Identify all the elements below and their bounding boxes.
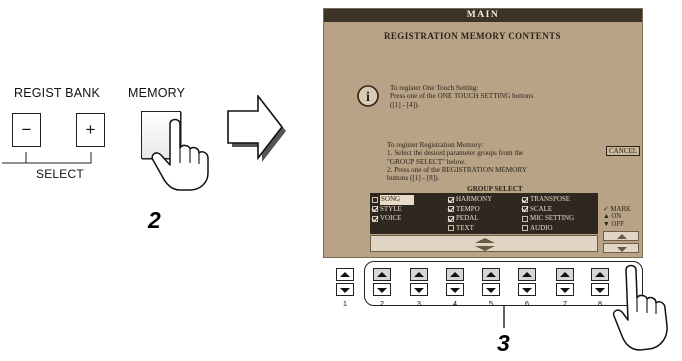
pointing-hand-icon [151,118,209,191]
group-voice[interactable]: VOICE [372,214,414,224]
hardware-up-button-5[interactable] [482,268,500,281]
hardware-button-pair-1: 1 [336,268,354,308]
hardware-down-button-4[interactable] [446,283,464,296]
hardware-button-pair-6: 6 [518,268,536,308]
up-triangle-icon [340,272,350,277]
hardware-up-button-6[interactable] [518,268,536,281]
down-triangle-icon [486,288,496,293]
checkbox-pedal-icon [448,215,454,222]
group-pedal[interactable]: PEDAL [448,214,492,224]
button-number-label: 7 [562,299,568,308]
group-style[interactable]: STYLE [372,205,414,215]
step-number-2: 2 [148,207,161,233]
screen-title: MAIN [324,9,642,22]
hardware-button-pair-7: 7 [556,268,574,308]
up-triangle-icon [377,272,387,277]
button-number-label: 6 [524,299,530,308]
button-number-label: 4 [452,299,458,308]
checkbox-audio-icon [522,225,528,232]
checkbox-song-icon [372,196,378,203]
down-triangle-icon [450,288,460,293]
checkbox-harmony-icon [448,196,454,203]
down-triangle-icon [340,288,350,293]
up-arrow-icon [617,234,627,239]
group-harmony[interactable]: HARMONY [448,195,492,205]
select-label: SELECT [36,167,84,181]
hardware-down-button-6[interactable] [518,283,536,296]
hardware-up-button-3[interactable] [410,268,428,281]
step-number-3: 3 [497,330,510,356]
one-touch-instructions: To register One Touch Setting: Press one… [390,84,534,109]
up-triangle-icon [414,272,424,277]
regist-bank-label: REGIST BANK [14,86,101,100]
up-triangle-icon [486,272,496,277]
up-triangle-icon [522,272,532,277]
group-transpose[interactable]: TRANSPOSE [522,195,574,205]
checkbox-transpose-icon [522,196,528,203]
group-mic-setting[interactable]: MIC SETTING [522,214,574,224]
group-scale[interactable]: SCALE [522,205,574,215]
down-triangle-icon [522,288,532,293]
group-text[interactable]: TEXT [448,224,492,234]
up-triangle-icon [450,272,460,277]
up-triangle-icon [560,272,570,277]
regmem-instructions: To register Registration Memory: 1. Sele… [387,141,527,183]
hardware-down-button-8[interactable] [591,283,609,296]
up-down-arrows-icon [475,238,495,251]
checkbox-scale-icon [522,206,528,213]
info-icon: i [357,85,379,107]
group-select-panel: SONG STYLE VOICE HARMONY TEMPO PEDAL TEX… [370,193,598,234]
checkbox-tempo-icon [448,206,454,213]
button-number-label: 2 [379,299,385,308]
hardware-down-button-2[interactable] [373,283,391,296]
right-arrow-icon [227,95,286,162]
hardware-button-pair-2: 2 [373,268,391,308]
memory-label: MEMORY [128,86,186,100]
hardware-button-pair-4: 4 [446,268,464,308]
hardware-up-button-7[interactable] [556,268,574,281]
pointing-hand-icon [612,264,668,351]
group-audio[interactable]: AUDIO [522,224,574,234]
button-number-label: 1 [342,299,348,308]
button-number-label: 3 [416,299,422,308]
lcd-screen: MAIN REGISTRATION MEMORY CONTENTS i To r… [323,8,643,258]
hardware-down-button-5[interactable] [482,283,500,296]
down-triangle-icon [377,288,387,293]
screen-heading: REGISTRATION MEMORY CONTENTS [384,31,561,41]
hardware-down-button-1[interactable] [336,283,354,296]
cancel-button[interactable]: CANCEL [606,146,640,156]
svg-text:i: i [366,90,370,105]
hardware-down-button-3[interactable] [410,283,428,296]
checkbox-mic-setting-icon [522,215,528,222]
button-number-label: 8 [597,299,603,308]
hardware-button-pair-8: 8 [591,268,609,308]
hardware-button-pair-5: 5 [482,268,500,308]
checkbox-voice-icon [372,215,378,222]
hardware-down-button-7[interactable] [556,283,574,296]
down-arrow-icon [617,247,627,252]
down-triangle-icon [560,288,570,293]
hardware-up-button-4[interactable] [446,268,464,281]
group-song[interactable]: SONG [372,195,415,205]
mark-on-button[interactable] [603,231,639,241]
down-triangle-icon [414,288,424,293]
group-tempo[interactable]: TEMPO [448,205,492,215]
hardware-button-pair-3: 3 [410,268,428,308]
hardware-up-button-1[interactable] [336,268,354,281]
hardware-up-button-2[interactable] [373,268,391,281]
down-triangle-icon [595,288,605,293]
step-3-leader-line [503,306,505,328]
up-triangle-icon [595,272,605,277]
hardware-up-button-8[interactable] [591,268,609,281]
checkbox-text-icon [448,225,454,232]
mark-legend: ✓ MARK ▲ ON ▼ OFF [603,206,631,228]
checkbox-style-icon [372,206,378,213]
scroll-button-bar[interactable] [370,235,598,252]
mark-off-button[interactable] [603,243,639,253]
